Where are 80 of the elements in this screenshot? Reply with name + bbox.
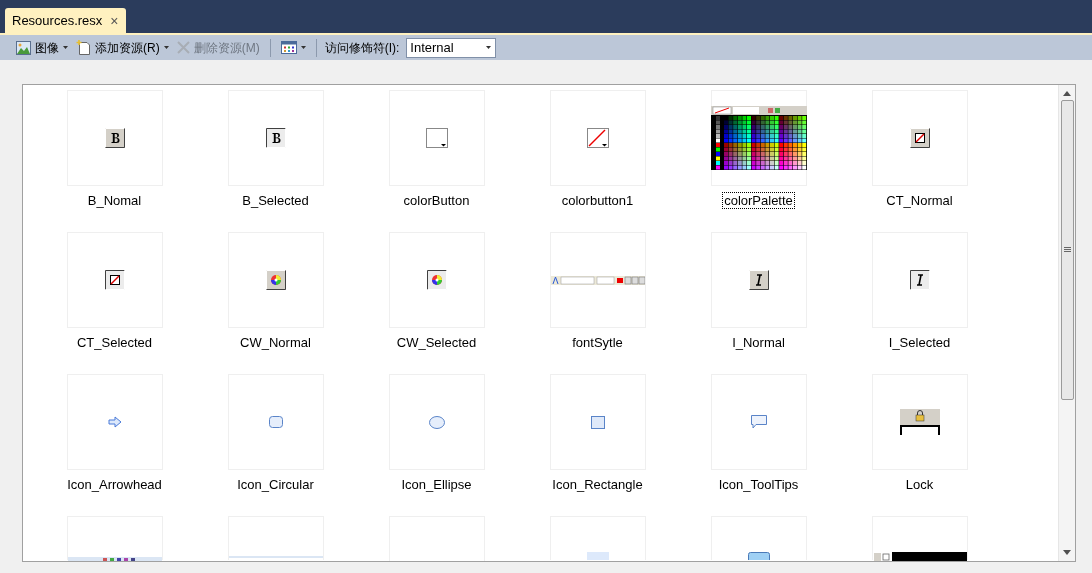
square-icon [590, 415, 605, 429]
color-dropdown-button-icon [586, 128, 609, 148]
thumbnail-frame[interactable] [388, 90, 485, 186]
no-color-button-icon [104, 270, 125, 290]
thumbnail-frame[interactable] [871, 516, 968, 560]
bold-button-icon [265, 128, 286, 148]
thumbnail-frame[interactable] [227, 516, 324, 560]
resource-name[interactable]: CT_Selected [74, 334, 155, 351]
italic-button-icon [909, 270, 930, 290]
resource-name[interactable]: CW_Normal [238, 334, 313, 351]
speech-bubble-icon [750, 415, 767, 429]
view-grid-icon [280, 41, 297, 54]
thumbnail-frame[interactable] [388, 374, 485, 470]
resource-name[interactable]: Icon_Ellipse [399, 476, 474, 493]
thumbnail-frame[interactable] [66, 516, 163, 560]
resource-name[interactable]: Icon_Circular [235, 476, 316, 493]
new-document-icon [76, 40, 91, 55]
resource-name[interactable]: Icon_ToolTips [716, 476, 801, 493]
resource-name[interactable]: B_Nomal [85, 192, 144, 209]
toolbar-strip-icon [67, 557, 162, 561]
color-dropdown-button-icon [425, 128, 448, 148]
image-button[interactable]: 图像 [14, 37, 70, 58]
resource-name[interactable]: Icon_Arrowhead [65, 476, 164, 493]
thumbnail-frame[interactable] [549, 374, 646, 470]
resource-name[interactable]: B_Selected [240, 192, 311, 209]
thumbnail-frame[interactable] [710, 516, 807, 560]
document-tab[interactable]: Resources.resx × [5, 8, 126, 33]
scroll-down-icon[interactable] [1063, 550, 1071, 555]
caret-icon [486, 46, 492, 49]
grip-icon [1063, 247, 1071, 253]
thumbnail-frame[interactable] [388, 232, 485, 328]
thumbnail-frame[interactable] [871, 232, 968, 328]
thumbnail-frame[interactable] [227, 232, 324, 328]
scroll-up-icon[interactable] [1063, 91, 1071, 96]
no-color-button-icon [909, 128, 930, 148]
thumbnail-frame[interactable] [710, 374, 807, 470]
rounded-square-icon [268, 416, 283, 428]
access-modifier-label: 访问修饰符(I): [324, 39, 400, 57]
thumbnail-frame[interactable] [66, 90, 163, 186]
thumbnail-frame[interactable] [710, 232, 807, 328]
bold-button-icon [104, 128, 125, 148]
tab-title: Resources.resx [12, 11, 103, 30]
scrollbar[interactable] [1058, 85, 1075, 561]
resource-name[interactable]: I_Normal [730, 334, 787, 351]
thumbnail-frame[interactable] [710, 90, 807, 186]
square-icon [586, 552, 609, 560]
scroll-thumb[interactable] [1060, 100, 1074, 400]
arrow-icon [107, 416, 122, 428]
close-icon[interactable]: × [110, 13, 119, 28]
ellipse-icon [428, 415, 445, 429]
resource-name[interactable]: CT_Normal [884, 192, 955, 209]
thumbnail-frame[interactable] [227, 374, 324, 470]
access-modifier-dropdown[interactable]: Internal [406, 37, 497, 58]
thumbnail-frame[interactable] [871, 374, 968, 470]
resource-name[interactable]: I_Selected [886, 334, 953, 351]
color-wheel-button-icon [265, 270, 286, 290]
delete-icon [176, 41, 190, 54]
resource-name[interactable]: Icon_Rectangle [550, 476, 645, 493]
thumbnail-frame[interactable] [871, 90, 968, 186]
thumbnail-frame[interactable] [227, 90, 324, 186]
resource-name[interactable]: CW_Selected [394, 334, 479, 351]
font-toolbar-icon [550, 275, 645, 285]
resource-name[interactable]: fontSytle [570, 334, 625, 351]
color-wheel-button-icon [426, 270, 447, 290]
resource-name[interactable]: colorButton [401, 192, 472, 209]
button-icon [747, 552, 770, 560]
color-palette-icon [710, 106, 807, 170]
padlock-bar-icon [899, 409, 940, 435]
resource-name[interactable]: colorbutton1 [559, 192, 636, 209]
thumbnail-frame[interactable] [66, 374, 163, 470]
thumbnail-frame[interactable] [549, 90, 646, 186]
landscape-icon [16, 40, 31, 55]
resource-name[interactable]: colorPalette [722, 192, 795, 209]
resource-name[interactable]: Lock [903, 476, 936, 493]
thumbnail-frame[interactable] [549, 516, 646, 560]
line-icon [228, 556, 323, 558]
italic-button-icon [748, 270, 769, 290]
thumbnail-frame[interactable] [66, 232, 163, 328]
add-button[interactable]: 添加资源(R) [74, 37, 171, 58]
thumbnail-frame[interactable] [549, 232, 646, 328]
